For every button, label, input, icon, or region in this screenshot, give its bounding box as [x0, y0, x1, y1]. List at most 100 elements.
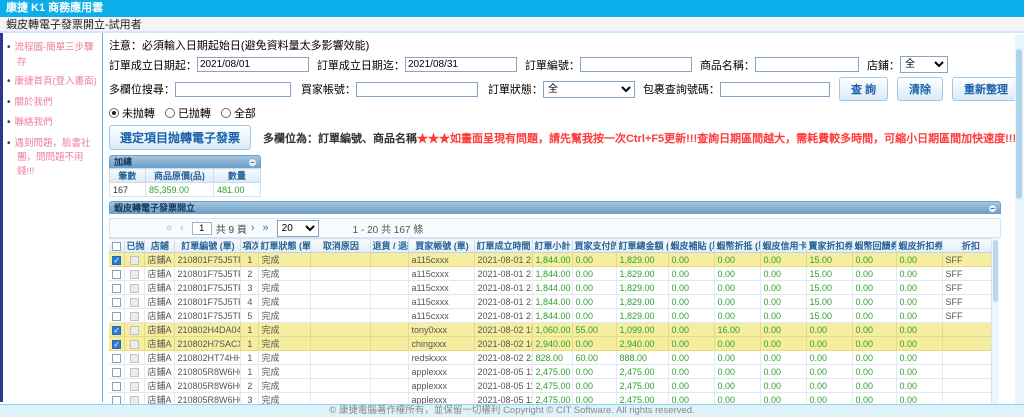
grid-scrollbar-thumb[interactable] — [993, 240, 998, 302]
column-header[interactable]: 店鋪 — [145, 239, 175, 253]
grid-cell: 2021-08-05 11:43 — [475, 365, 533, 379]
clear-button[interactable]: 清除 — [897, 77, 943, 101]
column-header[interactable]: 折扣 — [943, 239, 991, 253]
column-header[interactable]: 買家支付的運費 (單) — [573, 239, 617, 253]
grid-row[interactable]: 店鋪A210801F75J5TPB1完成a115cxxx2021-08-01 2… — [109, 253, 991, 267]
column-header[interactable]: 項次 — [241, 239, 259, 253]
page-number-input[interactable] — [192, 222, 212, 235]
collapse-panel-icon[interactable]: − — [988, 204, 997, 213]
shop-select[interactable]: 全 — [900, 56, 948, 73]
page-scrollbar[interactable] — [1015, 35, 1024, 404]
column-header[interactable]: 蝦幣回饋券 — [853, 239, 897, 253]
sidebar-link[interactable]: 流程圖-簡單三步驟存 — [7, 41, 99, 69]
column-header[interactable]: 蝦皮折扣券折抵 — [897, 239, 943, 253]
grid-row[interactable]: 店鋪A210801F75J5TPB3完成a115cxxx2021-08-01 2… — [109, 281, 991, 295]
radio-not-thrown[interactable]: 未抛轉 — [109, 105, 155, 121]
grid-scrollbar[interactable] — [991, 238, 999, 417]
radio-thrown[interactable]: 已抛轉 — [165, 105, 211, 121]
first-page-icon[interactable]: « — [166, 222, 172, 234]
grid-cell: 2,475.00 — [533, 365, 573, 379]
page-size-select[interactable]: 20 — [277, 220, 319, 237]
row-select-checkbox[interactable] — [112, 382, 121, 391]
grid-cell: 2021-08-02 15:34 — [475, 323, 533, 337]
radio-all[interactable]: 全部 — [221, 105, 256, 121]
grid-cell: 0.00 — [853, 267, 897, 281]
next-page-icon[interactable]: › — [251, 222, 255, 234]
page-scrollbar-thumb[interactable] — [1016, 49, 1022, 199]
column-header[interactable]: 蝦皮信用卡活動 — [761, 239, 807, 253]
row-select-checkbox[interactable] — [112, 326, 121, 335]
column-header[interactable]: 賣家折扣券折抵 — [807, 239, 853, 253]
product-input[interactable] — [755, 57, 859, 72]
row-select-checkbox[interactable] — [112, 312, 121, 321]
row-select-checkbox[interactable] — [112, 256, 121, 265]
column-header[interactable]: 取消原因 — [311, 239, 371, 253]
grid-cell: 0.00 — [897, 365, 943, 379]
search-button[interactable]: 查 詢 — [839, 77, 888, 101]
row-select-checkbox[interactable] — [112, 340, 121, 349]
grid-cell: 0.00 — [669, 351, 715, 365]
grid-cell: 店鋪A — [145, 281, 175, 295]
column-header[interactable]: 訂單狀態 (單) — [259, 239, 311, 253]
sidebar-link[interactable]: 關於我們 — [7, 96, 99, 111]
last-page-icon[interactable]: » — [263, 222, 269, 234]
grid-cell: 0.00 — [897, 253, 943, 267]
row-select-checkbox[interactable] — [112, 270, 121, 279]
summary-panel: 加總 − 筆數 商品原價(品) 數量 167 85,359.00 481.00 — [109, 155, 261, 197]
multi-search-input[interactable] — [175, 82, 291, 97]
prev-page-icon[interactable]: ‹ — [180, 222, 184, 234]
column-header[interactable]: 蝦皮補貼 (單) — [669, 239, 715, 253]
grid-cell: 2,940.00 — [533, 337, 573, 351]
grid-row[interactable]: 店鋪A210802H4DA049A1完成tony0xxx2021-08-02 1… — [109, 323, 991, 337]
transfer-invoice-button[interactable]: 選定項目抛轉電子發票 — [109, 125, 251, 150]
sidebar-link[interactable]: 康捷首頁(登入畫面) — [7, 75, 99, 90]
sidebar: 流程圖-簡單三步驟存康捷首頁(登入畫面) 關於我們聯絡我們遇到問題，臉書社團，問問… — [3, 33, 103, 402]
grid-cell — [371, 309, 409, 323]
summary-panel-title: 加總 — [114, 157, 132, 167]
date-to-input[interactable] — [405, 57, 517, 72]
already-thrown-checkbox — [130, 340, 139, 349]
column-header[interactable]: 訂單小計 (單) — [533, 239, 573, 253]
grid-cell: 完成 — [259, 253, 311, 267]
date-from-input[interactable] — [197, 57, 309, 72]
row-select-checkbox[interactable] — [112, 354, 121, 363]
grid-cell: SFF — [943, 281, 991, 295]
grid-cell: a115cxxx — [409, 295, 475, 309]
buyer-input[interactable] — [356, 82, 478, 97]
grid-row[interactable]: 店鋪A210801F75J5TPB4完成a115cxxx2021-08-01 2… — [109, 295, 991, 309]
status-select[interactable]: 全 — [543, 81, 635, 98]
grid-cell: 0.00 — [807, 323, 853, 337]
grid-cell — [371, 337, 409, 351]
row-select-checkbox[interactable] — [112, 368, 121, 377]
column-header[interactable]: 蝦幣折抵 (單) — [715, 239, 761, 253]
package-input[interactable] — [720, 82, 830, 97]
app-title: 康捷 K1 商務應用雲 — [6, 2, 103, 14]
grid-row[interactable]: 店鋪A210802H7SACXK51完成chingxxx2021-08-02 1… — [109, 337, 991, 351]
grid-cell: a115cxxx — [409, 267, 475, 281]
column-header[interactable]: 退貨 / 退款 — [371, 239, 409, 253]
column-header[interactable]: 訂單成立時間 (單) — [475, 239, 533, 253]
grid-row[interactable]: 店鋪A210805R8W6H68D2完成applexxx2021-08-05 1… — [109, 379, 991, 393]
order-no-input[interactable] — [580, 57, 692, 72]
grid-cell: 1,829.00 — [617, 281, 669, 295]
sidebar-link[interactable]: 遇到問題，臉書社團，問問題不用錢!!! — [7, 137, 99, 179]
grid-row[interactable]: 店鋪A210801F75J5TPB5完成a115cxxx2021-08-01 2… — [109, 309, 991, 323]
grid-cell: 210805R8W6H68D — [175, 379, 241, 393]
multi-field-hint: 多欄位為：訂單編號、商品名稱 — [263, 130, 417, 146]
column-header[interactable]: 買家帳號 (單) — [409, 239, 475, 253]
refresh-button[interactable]: 重新整理 — [952, 77, 1020, 101]
column-header[interactable]: 訂單編號 (單) — [175, 239, 241, 253]
select-all-checkbox[interactable] — [109, 239, 125, 253]
grid-cell: 0.00 — [573, 365, 617, 379]
grid-row[interactable]: 店鋪A210805R8W6H68D1完成applexxx2021-08-05 1… — [109, 365, 991, 379]
grid-cell: 210802H7SACXK5 — [175, 337, 241, 351]
radio-all-label: 全部 — [234, 105, 256, 121]
column-header[interactable]: 訂單總金額 (單) — [617, 239, 669, 253]
row-select-checkbox[interactable] — [112, 284, 121, 293]
collapse-panel-icon[interactable]: − — [248, 158, 257, 167]
sidebar-link[interactable]: 聯絡我們 — [7, 116, 99, 131]
column-header[interactable]: 已抛 — [125, 239, 145, 253]
grid-row[interactable]: 店鋪A210801F75J5TPB2完成a115cxxx2021-08-01 2… — [109, 267, 991, 281]
grid-row[interactable]: 店鋪A210802HT74HHQ91完成redskxxx2021-08-02 2… — [109, 351, 991, 365]
row-select-checkbox[interactable] — [112, 298, 121, 307]
